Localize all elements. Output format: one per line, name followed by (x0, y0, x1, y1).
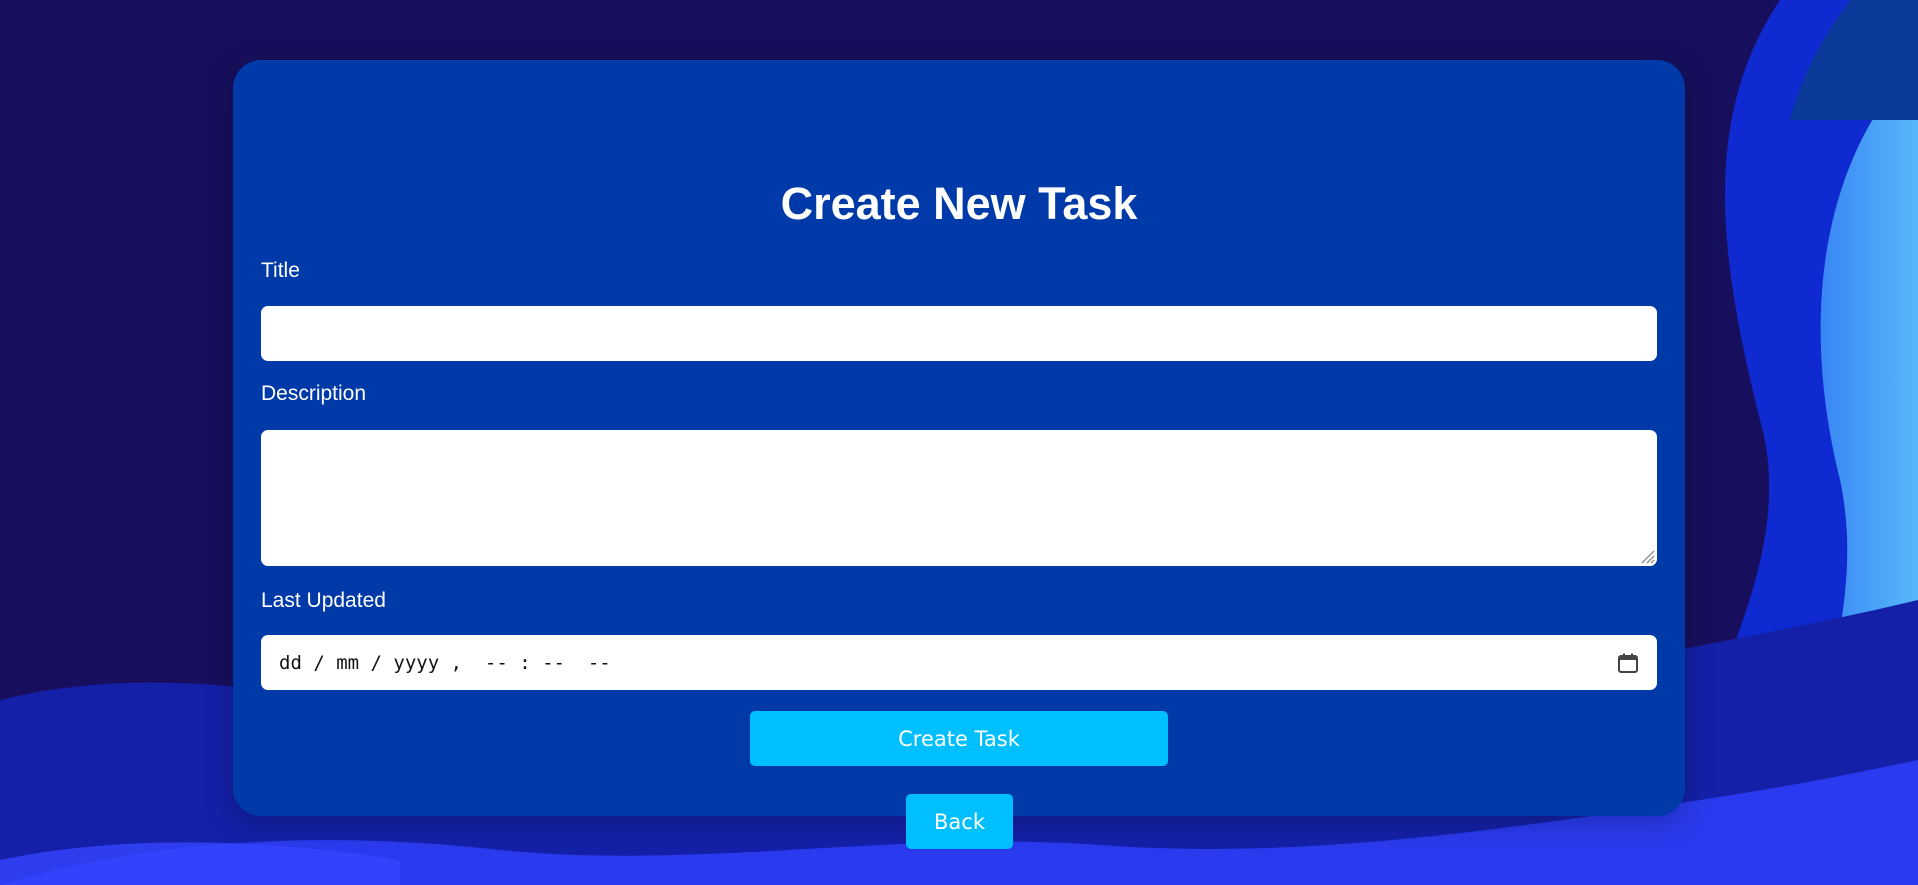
description-label: Description (261, 382, 367, 405)
page-title: Create New Task (780, 178, 1138, 229)
description-textarea[interactable] (261, 430, 1657, 566)
title-input[interactable] (261, 306, 1657, 361)
resize-grip-icon[interactable] (1639, 548, 1655, 564)
last-updated-label: Last Updated (261, 589, 386, 612)
description-wrapper (261, 430, 1657, 566)
title-label: Title (261, 259, 300, 282)
datetime-placeholder: dd / mm / yyyy , -- : -- -- (279, 651, 611, 674)
create-task-card: Create New Task Title Description Last U… (233, 60, 1685, 849)
calendar-icon[interactable] (1615, 650, 1641, 676)
create-task-button[interactable]: Create Task (750, 711, 1168, 766)
last-updated-datetime-input[interactable]: dd / mm / yyyy , -- : -- -- (261, 635, 1657, 690)
back-button[interactable]: Back (906, 794, 1013, 849)
